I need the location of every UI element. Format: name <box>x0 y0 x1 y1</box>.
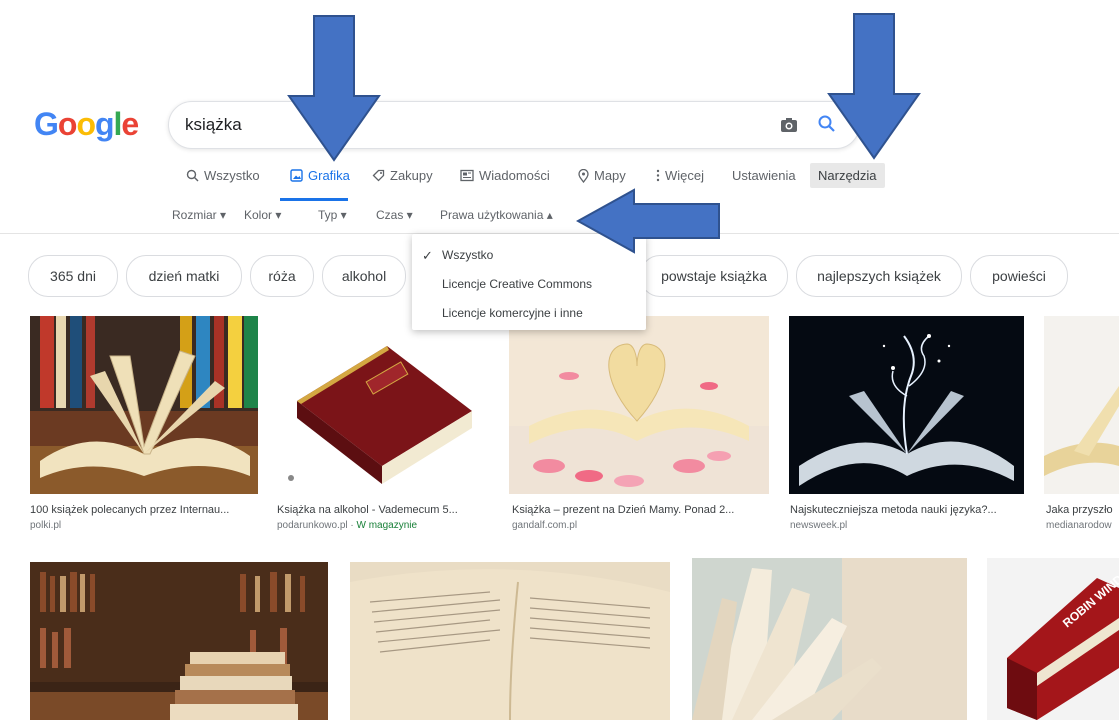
result-source: podarunkowo.pl · W magazynie <box>277 520 490 531</box>
filter-usage-rights[interactable]: Prawa użytkowania ▴ <box>440 208 553 222</box>
tools-label: Narzędzia <box>818 168 877 183</box>
tag-icon <box>372 169 385 182</box>
result-image[interactable] <box>350 562 670 720</box>
result-image[interactable] <box>30 316 258 494</box>
tab-maps[interactable]: Mapy <box>578 168 626 183</box>
tab-label: Wszystko <box>204 168 260 183</box>
result-title[interactable]: Najskuteczniejsza metoda nauki języka?..… <box>790 504 1024 516</box>
tab-label: Wiadomości <box>479 168 550 183</box>
result-image[interactable] <box>789 316 1024 494</box>
result-image[interactable]: ROBIN WIND <box>987 558 1119 720</box>
annotation-arrow-left <box>576 188 720 254</box>
camera-icon[interactable] <box>779 115 799 135</box>
logo-letter: o <box>76 106 96 142</box>
related-chip[interactable]: dzień matki <box>126 255 242 297</box>
stock-status: W magazynie <box>356 520 418 531</box>
kebab-icon <box>656 169 660 182</box>
map-pin-icon <box>578 168 589 183</box>
tab-label: Mapy <box>594 168 626 183</box>
tab-all[interactable]: Wszystko <box>186 168 260 183</box>
filter-type[interactable]: Typ ▾ <box>318 208 347 222</box>
dropdown-option-commercial[interactable]: Licencje komercyjne i inne <box>442 306 583 320</box>
settings-link[interactable]: Ustawienia <box>732 168 796 183</box>
tab-news[interactable]: Wiadomości <box>460 168 550 183</box>
related-chip[interactable]: powstaje książka <box>640 255 788 297</box>
related-chip[interactable]: alkohol <box>322 255 406 297</box>
active-tab-indicator <box>280 198 348 201</box>
filter-size[interactable]: Rozmiar ▾ <box>172 208 226 222</box>
result-image[interactable] <box>277 316 490 494</box>
google-logo[interactable]: Google <box>34 106 139 143</box>
logo-letter: l <box>113 106 123 142</box>
search-icon <box>186 169 199 182</box>
dropdown-option-all[interactable]: Wszystko <box>442 248 493 262</box>
logo-letter: o <box>57 106 78 142</box>
result-image[interactable] <box>509 316 769 494</box>
related-chip[interactable]: powieści <box>970 255 1068 297</box>
search-box[interactable]: książka <box>168 101 860 149</box>
logo-letter: g <box>94 106 115 142</box>
result-image[interactable] <box>30 562 328 720</box>
logo-letter: e <box>121 106 139 142</box>
tab-images[interactable]: Grafika <box>290 168 350 183</box>
search-tabs: Wszystko Grafika Zakupy Wiadomości Mapy … <box>186 163 906 196</box>
result-title[interactable]: Jaka przyszło <box>1046 504 1119 516</box>
tab-label: Grafika <box>308 168 350 183</box>
result-source: medianarodow <box>1046 520 1112 531</box>
search-input[interactable]: książka <box>185 115 242 135</box>
tab-label: Zakupy <box>390 168 433 183</box>
checkmark-icon: ✓ <box>422 248 433 263</box>
filter-time[interactable]: Czas ▾ <box>376 208 413 222</box>
filter-color[interactable]: Kolor ▾ <box>244 208 281 222</box>
logo-letter: G <box>34 106 59 142</box>
image-icon <box>290 169 303 182</box>
settings-label: Ustawienia <box>732 168 796 183</box>
dropdown-option-creative-commons[interactable]: Licencje Creative Commons <box>442 277 592 291</box>
result-source: newsweek.pl <box>790 520 848 531</box>
tab-label: Więcej <box>665 168 705 183</box>
tools-button[interactable]: Narzędzia <box>810 163 885 188</box>
related-chip[interactable]: róża <box>250 255 314 297</box>
result-title[interactable]: 100 książek polecanych przez Internau... <box>30 504 258 516</box>
related-chip[interactable]: najlepszych książek <box>796 255 962 297</box>
tab-shopping[interactable]: Zakupy <box>372 168 433 183</box>
result-image[interactable] <box>1044 316 1119 494</box>
result-title[interactable]: Książka – prezent na Dzień Mamy. Ponad 2… <box>512 504 770 516</box>
related-chip[interactable]: 365 dni <box>28 255 118 297</box>
result-source: gandalf.com.pl <box>512 520 578 531</box>
tab-more[interactable]: Więcej <box>656 168 704 183</box>
result-source: polki.pl <box>30 520 62 531</box>
annotation-arrow-down-right <box>827 13 921 160</box>
result-image[interactable] <box>692 558 967 720</box>
result-title[interactable]: Książka na alkohol - Vademecum 5... <box>277 504 490 516</box>
annotation-arrow-down-left <box>287 15 381 162</box>
result-source-domain: podarunkowo.pl · <box>277 520 357 531</box>
newspaper-icon <box>460 169 474 182</box>
